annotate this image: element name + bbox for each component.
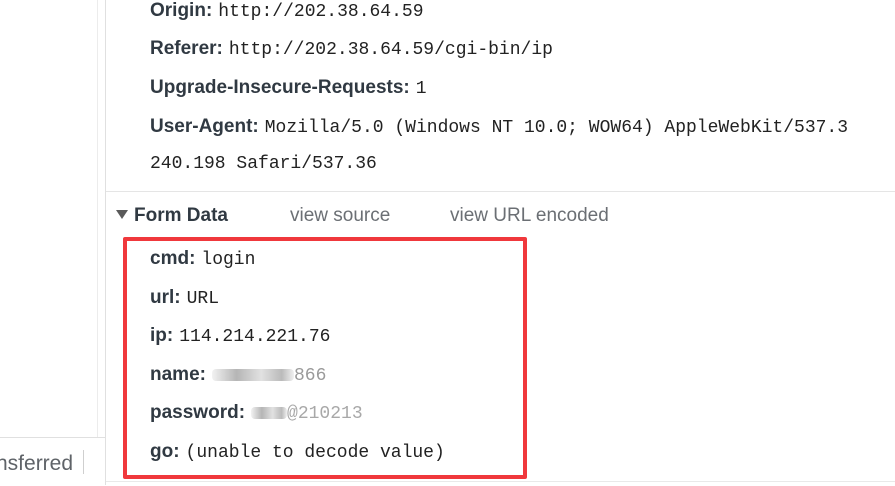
status-bar: nsferred	[0, 437, 105, 486]
view-url-encoded-link[interactable]: view URL encoded	[450, 202, 609, 230]
network-request-list-pane: nsferred	[0, 0, 106, 486]
status-separator	[83, 450, 84, 474]
pane-divider	[97, 0, 98, 437]
highlight-box	[123, 237, 527, 479]
header-user-agent: User-Agent: Mozilla/5.0 (Windows NT 10.0;…	[150, 113, 848, 141]
header-key: Upgrade-Insecure-Requests:	[150, 77, 410, 98]
section-bottom-divider	[106, 481, 895, 482]
header-value: http://202.38.64.59/cgi-bin/ip	[228, 40, 553, 60]
header-key: Referer:	[150, 38, 223, 59]
form-data-header[interactable]: Form Data view source view URL encoded	[116, 202, 609, 230]
header-upgrade-insecure-requests: Upgrade-Insecure-Requests: 1	[150, 74, 427, 102]
transferred-label: nsferred	[0, 452, 74, 475]
header-key: User-Agent:	[150, 116, 259, 137]
header-referer: Referer: http://202.38.64.59/cgi-bin/ip	[150, 35, 553, 63]
header-key: Origin:	[150, 0, 213, 21]
section-divider	[106, 191, 895, 192]
header-origin: Origin: http://202.38.64.59	[150, 0, 424, 25]
expand-triangle-icon[interactable]	[116, 210, 128, 219]
header-user-agent-continuation: 240.198 Safari/537.36	[150, 149, 377, 177]
header-value: http://202.38.64.59	[218, 2, 424, 22]
header-value: Mozilla/5.0 (Windows NT 10.0; WOW64) App…	[264, 118, 849, 138]
form-data-title[interactable]: Form Data	[134, 205, 228, 226]
view-source-link[interactable]: view source	[290, 202, 390, 230]
header-value-wrap: 240.198 Safari/537.36	[150, 154, 377, 174]
header-value: 1	[415, 79, 427, 99]
